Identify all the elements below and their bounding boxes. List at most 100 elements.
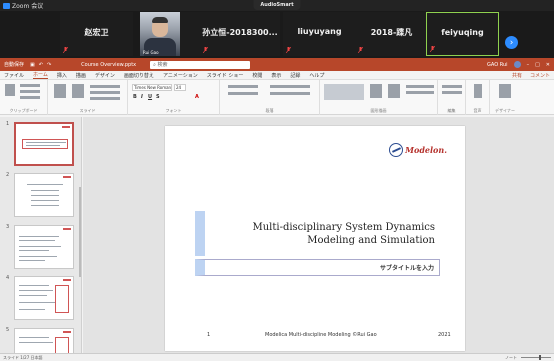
share-button[interactable]: 共有: [512, 72, 522, 79]
modelon-wordmark: Modelon.: [405, 145, 447, 155]
slide-thumbnail[interactable]: [14, 173, 74, 217]
thumbnails-scrollbar[interactable]: [79, 187, 81, 277]
reuse-slides-icon[interactable]: [72, 84, 84, 98]
tab-design[interactable]: デザイン: [95, 72, 115, 79]
bullets-icon[interactable]: [228, 85, 258, 88]
slide-number: 5: [6, 327, 10, 333]
ribbon: クリップボード スライド フォント Times New Roman 24 B I…: [0, 80, 554, 115]
notes-button[interactable]: ノート: [505, 355, 517, 361]
arrange-icon[interactable]: [370, 84, 382, 98]
zoom-window-title: Zoom 会议: [12, 3, 44, 10]
align-icon[interactable]: [228, 92, 258, 95]
group-label: フォント: [165, 108, 182, 113]
next-page-button[interactable]: ›: [505, 36, 518, 49]
tab-view[interactable]: 表示: [271, 72, 281, 79]
copy-icon[interactable]: [20, 90, 40, 93]
ribbon-group-designer: デザイナー: [490, 80, 520, 115]
tab-transitions[interactable]: 画面切り替え: [124, 72, 154, 79]
avatar[interactable]: [513, 61, 521, 68]
tab-slideshow[interactable]: スライド ショー: [207, 72, 244, 79]
quick-styles-icon[interactable]: [388, 84, 400, 98]
participant-tile[interactable]: 2018-蹀凡: [355, 12, 428, 56]
strikethrough-button[interactable]: S: [156, 94, 160, 100]
undo-icon[interactable]: ↶: [39, 62, 43, 68]
participant-name: feiyuqing: [441, 28, 484, 37]
shape-fill-icon[interactable]: [406, 85, 434, 88]
maximize-icon[interactable]: □: [535, 62, 540, 68]
tab-record[interactable]: 記録: [290, 72, 300, 79]
slide-thumbnail[interactable]: [14, 328, 74, 353]
group-label: 編集: [447, 108, 456, 113]
section-icon[interactable]: [90, 97, 120, 100]
muted-mic-icon: [203, 47, 208, 53]
slide-title-placeholder[interactable]: Multi-disciplinary System Dynamics Model…: [195, 211, 440, 256]
search-placeholder: 検索: [157, 62, 168, 68]
shape-outline-icon[interactable]: [406, 91, 434, 94]
slide-thumbnails-pane[interactable]: 1 2 3 4 5: [0, 117, 82, 353]
tab-file[interactable]: ファイル: [4, 72, 24, 79]
group-label: クリップボード: [9, 108, 38, 113]
ribbon-group-drawing: 図形描画: [320, 80, 438, 115]
microphone-icon[interactable]: [474, 84, 482, 98]
italic-button[interactable]: I: [141, 94, 143, 100]
font-color-button[interactable]: A: [195, 94, 199, 100]
underline-button[interactable]: U: [148, 94, 152, 100]
slide-subtitle-placeholder[interactable]: サブタイトルを入力: [195, 259, 440, 276]
close-icon[interactable]: ✕: [546, 62, 550, 68]
bold-button[interactable]: B: [133, 94, 137, 100]
tab-animations[interactable]: アニメーション: [163, 72, 198, 79]
tab-review[interactable]: 校閲: [252, 72, 262, 79]
user-name[interactable]: GAO Rui: [487, 62, 508, 68]
zoom-logo-icon: [3, 2, 10, 9]
group-label: 段落: [265, 108, 274, 113]
zoom-slider[interactable]: [521, 355, 551, 360]
find-icon[interactable]: [442, 85, 462, 88]
muted-mic-icon: [430, 46, 435, 52]
slide-number: 2: [6, 172, 10, 178]
group-label: デザイナー: [495, 108, 515, 113]
participant-video: Rui Gao: [140, 12, 180, 56]
participant-name: liuyuyang: [297, 27, 342, 36]
participant-tile-active[interactable]: feiyuqing: [426, 12, 499, 56]
cut-icon[interactable]: [20, 84, 40, 87]
footer-text: Modelica Multi-discipline Modeling ©Rui …: [265, 332, 377, 338]
paste-icon[interactable]: [5, 84, 15, 96]
font-name-select[interactable]: Times New Roman: [132, 84, 172, 91]
comment-button[interactable]: コメント: [530, 72, 550, 79]
slide-thumbnail[interactable]: [14, 225, 74, 269]
current-slide[interactable]: Modelon. Multi-disciplinary System Dynam…: [165, 126, 465, 351]
muted-mic-icon: [358, 47, 363, 53]
participant-name: Rui Gao: [143, 50, 159, 55]
shapes-gallery-icon[interactable]: [324, 84, 364, 100]
designer-icon[interactable]: [499, 84, 511, 98]
smartart-icon[interactable]: [270, 92, 310, 95]
autosave-label[interactable]: 自動保存: [4, 61, 24, 68]
replace-icon[interactable]: [442, 91, 462, 94]
slide-thumbnail[interactable]: [14, 276, 74, 320]
format-painter-icon[interactable]: [20, 96, 40, 99]
search-box[interactable]: ⌕ 検索: [150, 60, 251, 69]
minimize-icon[interactable]: –: [527, 62, 530, 68]
slide-editor[interactable]: Modelon. Multi-disciplinary System Dynam…: [83, 117, 554, 353]
text-direction-icon[interactable]: [270, 85, 310, 88]
subtitle-text: サブタイトルを入力: [379, 265, 434, 272]
tab-insert[interactable]: 挿入: [57, 72, 67, 79]
layout-icon[interactable]: [90, 85, 120, 88]
slide-thumbnail-selected[interactable]: [14, 122, 74, 166]
tab-draw[interactable]: 描画: [76, 72, 86, 79]
redo-icon[interactable]: ↷: [47, 62, 51, 68]
participant-tile[interactable]: liuyuyang: [283, 12, 356, 56]
new-slide-icon[interactable]: [54, 84, 66, 98]
save-icon[interactable]: ▣: [30, 62, 35, 68]
participant-name: 孙立恒-2018300...: [202, 28, 278, 37]
ribbon-tabs: ファイル ホーム 挿入 描画 デザイン 画面切り替え アニメーション スライド …: [0, 71, 554, 80]
audio-smart-badge[interactable]: AudioSmart: [253, 0, 301, 10]
participant-name: 2018-蹀凡: [370, 28, 413, 37]
participant-tile[interactable]: 赵宏卫: [60, 12, 133, 56]
font-size-select[interactable]: 24: [174, 84, 186, 91]
tab-home[interactable]: ホーム: [33, 71, 48, 79]
reset-icon[interactable]: [90, 91, 120, 94]
participant-tile[interactable]: 孙立恒-2018300...: [200, 12, 280, 56]
muted-mic-icon: [63, 47, 68, 53]
tab-help[interactable]: ヘルプ: [309, 72, 324, 79]
